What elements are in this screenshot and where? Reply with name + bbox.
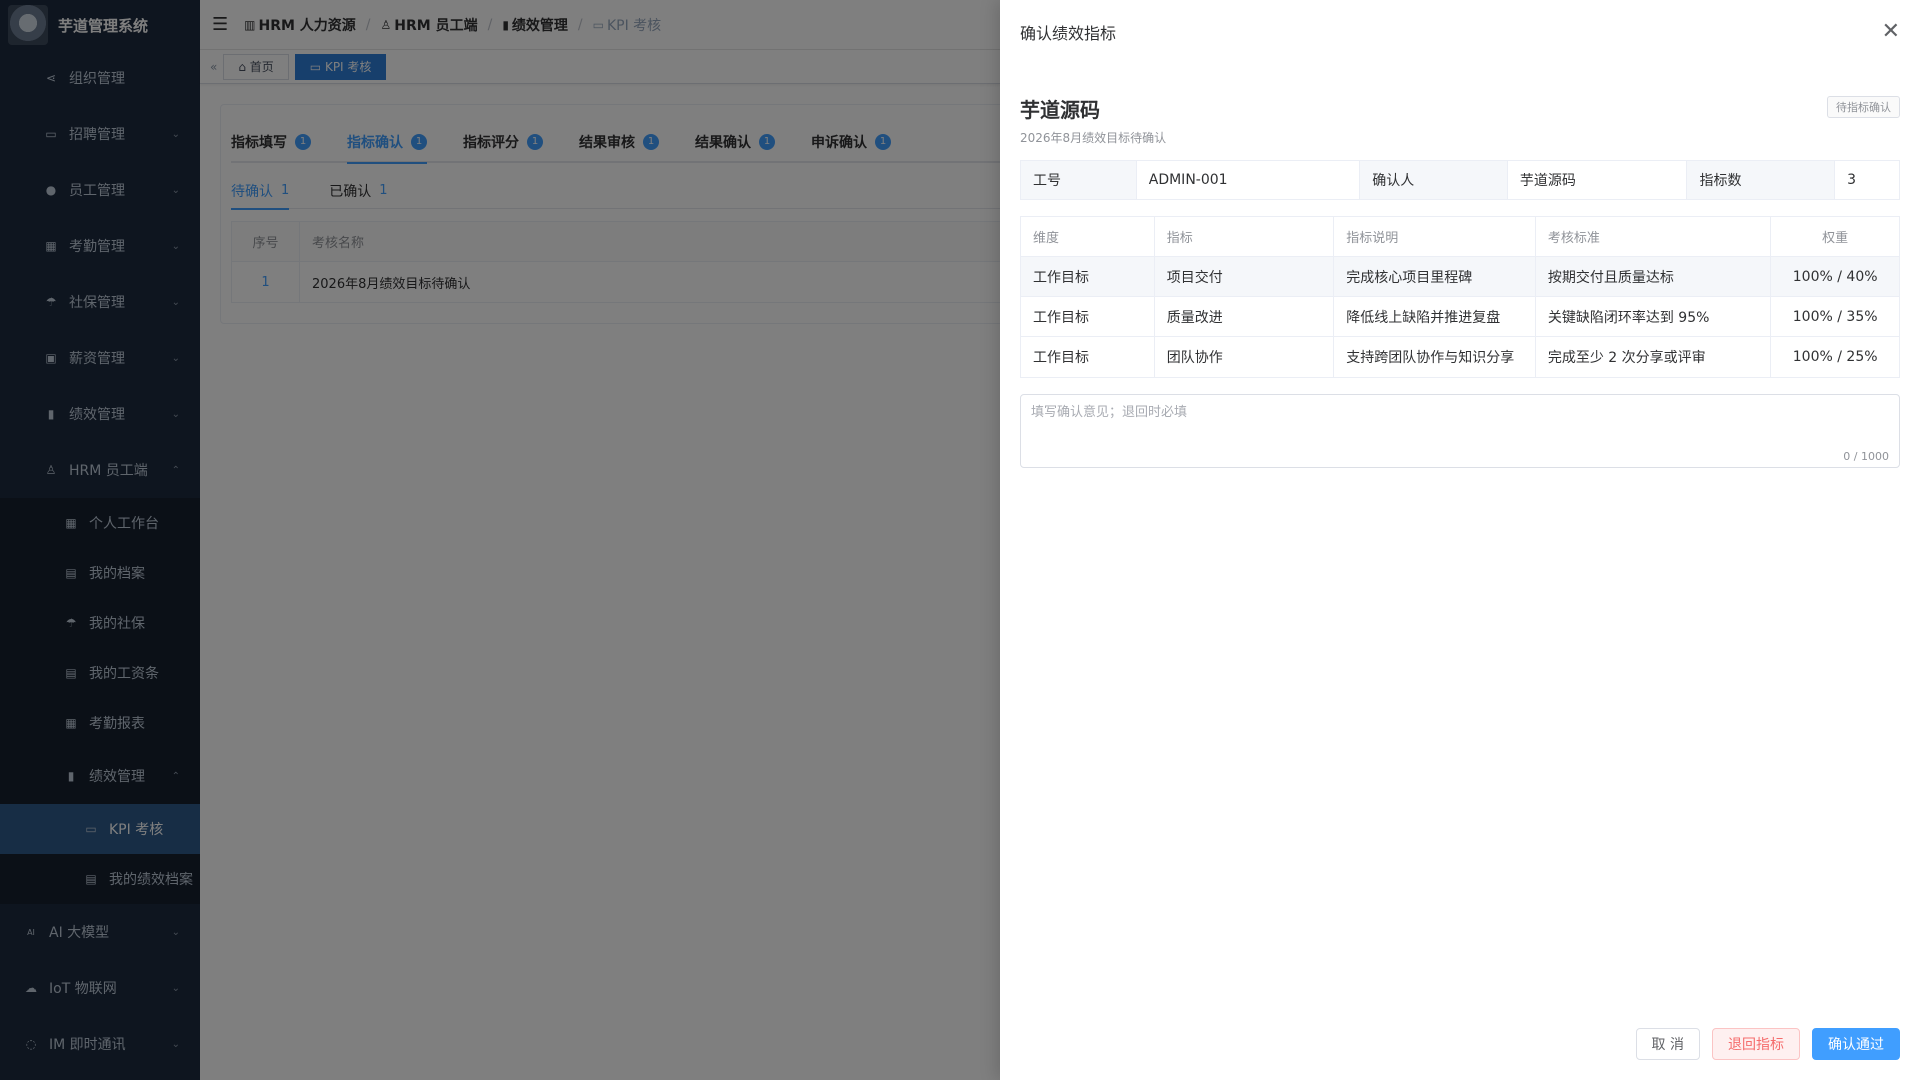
remark-textarea[interactable]	[1021, 395, 1899, 467]
cell-dimension: 工作目标	[1021, 257, 1155, 296]
info-value: 芋道源码	[1508, 161, 1688, 199]
info-value: ADMIN-001	[1137, 161, 1361, 199]
table-header-row: 维度 指标 指标说明 考核标准 权重	[1021, 217, 1899, 257]
kpi-table: 维度 指标 指标说明 考核标准 权重 工作目标 项目交付 完成核心项目里程碑 按…	[1020, 216, 1900, 378]
cell-weight: 100% / 40%	[1792, 268, 1878, 285]
remark-field: 0 / 1000	[1020, 394, 1900, 468]
cell-kpi: 团队协作	[1155, 337, 1335, 377]
table-row: 工作目标 团队协作 支持跨团队协作与知识分享 完成至少 2 次分享或评审 100…	[1021, 337, 1899, 377]
column-header: 考核标准	[1536, 217, 1772, 256]
assessment-subtitle: 2026年8月绩效目标待确认	[1020, 131, 1167, 145]
table-row: 工作目标 质量改进 降低线上缺陷并推进复盘 关键缺陷闭环率达到 95% 100%…	[1021, 297, 1899, 337]
cell-kpi: 质量改进	[1155, 297, 1335, 336]
info-label: 指标数	[1687, 161, 1836, 199]
cell-description: 降低线上缺陷并推进复盘	[1334, 297, 1536, 336]
close-icon[interactable]: ✕	[1882, 21, 1900, 43]
confirm-kpi-drawer: 确认绩效指标 ✕ 芋道源码 2026年8月绩效目标待确认 待指标确认 工号 AD…	[1000, 0, 1920, 1080]
employee-info-table: 工号 ADMIN-001 确认人 芋道源码 指标数 3	[1020, 160, 1900, 200]
cancel-button[interactable]: 取 消	[1635, 1028, 1700, 1060]
status-badge: 待指标确认	[1827, 96, 1900, 118]
cell-standard: 按期交付且质量达标	[1536, 257, 1772, 296]
info-label: 确认人	[1360, 161, 1508, 199]
drawer-body: 芋道源码 2026年8月绩效目标待确认 待指标确认 工号 ADMIN-001 确…	[1000, 94, 1920, 468]
drawer-header: 确认绩效指标 ✕	[1000, 0, 1920, 64]
column-header: 指标	[1155, 217, 1335, 256]
employee-name: 芋道源码	[1020, 98, 1100, 122]
info-value: 3	[1847, 172, 1857, 188]
cell-weight: 100% / 35%	[1792, 308, 1878, 325]
info-label: 工号	[1021, 161, 1137, 199]
drawer-title: 确认绩效指标	[1020, 24, 1117, 43]
cell-description: 完成核心项目里程碑	[1334, 257, 1536, 296]
confirm-button[interactable]: 确认通过	[1812, 1028, 1900, 1060]
column-header: 指标说明	[1334, 217, 1536, 256]
column-header: 维度	[1021, 217, 1155, 256]
char-counter: 0 / 1000	[1843, 450, 1889, 463]
cell-dimension: 工作目标	[1021, 297, 1155, 336]
drawer-footer: 取 消 退回指标 确认通过	[1635, 1028, 1900, 1060]
reject-button[interactable]: 退回指标	[1712, 1028, 1800, 1060]
cell-standard: 关键缺陷闭环率达到 95%	[1536, 297, 1772, 336]
cell-description: 支持跨团队协作与知识分享	[1334, 337, 1536, 377]
column-header: 权重	[1822, 231, 1849, 246]
cell-dimension: 工作目标	[1021, 337, 1155, 377]
cell-kpi: 项目交付	[1155, 257, 1335, 296]
cell-standard: 完成至少 2 次分享或评审	[1536, 337, 1772, 377]
employee-header: 芋道源码 2026年8月绩效目标待确认 待指标确认	[1020, 94, 1900, 146]
cell-weight: 100% / 25%	[1792, 349, 1878, 365]
table-row: 工作目标 项目交付 完成核心项目里程碑 按期交付且质量达标 100% / 40%	[1021, 257, 1899, 297]
